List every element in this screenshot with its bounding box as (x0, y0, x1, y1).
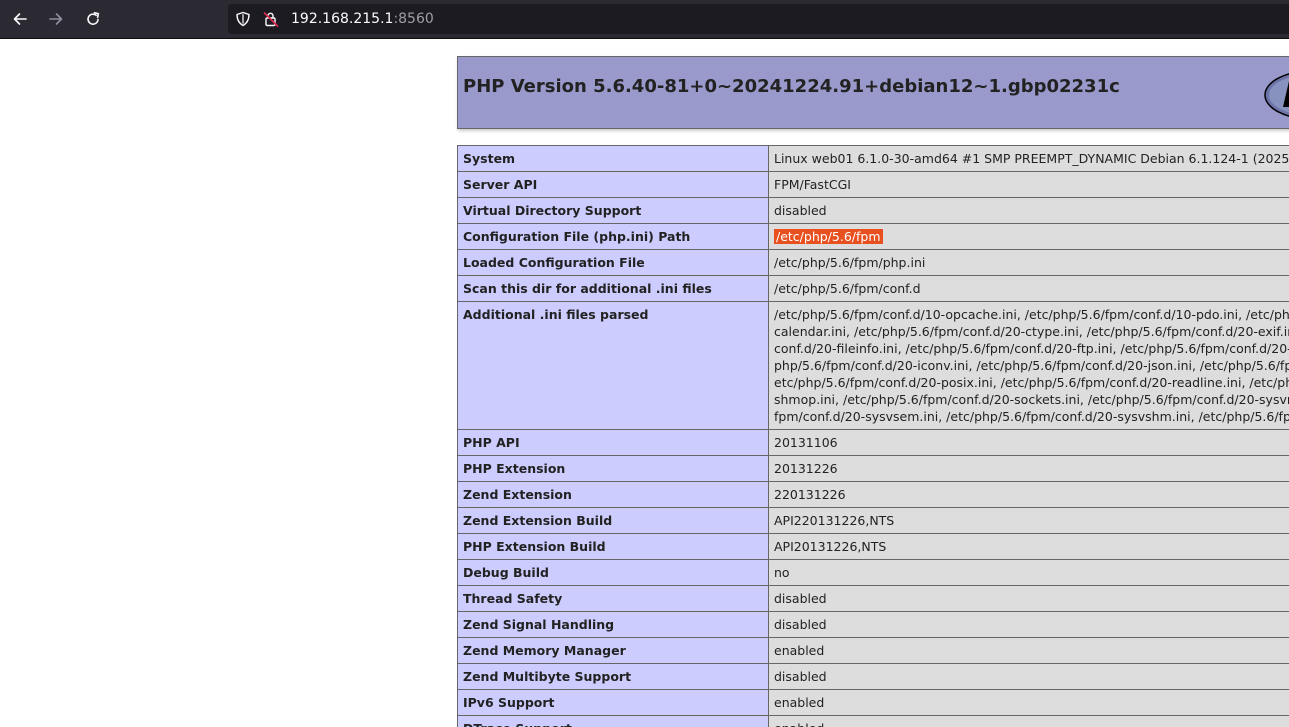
row-label: Configuration File (php.ini) Path (457, 223, 769, 250)
page-content: PHP Version 5.6.40-81+0~20241224.91+debi… (0, 39, 1289, 727)
row-value: 20131226 (768, 455, 1289, 482)
page-title: PHP Version 5.6.40-81+0~20241224.91+debi… (463, 76, 1120, 97)
row-value: disabled (768, 663, 1289, 690)
row-value: disabled (768, 585, 1289, 612)
row-label: Server API (457, 171, 769, 198)
row-value: API220131226,NTS (768, 507, 1289, 534)
row-value: disabled (768, 611, 1289, 638)
table-row: Configuration File (php.ini) Path/etc/ph… (457, 223, 1289, 250)
row-label: Virtual Directory Support (457, 197, 769, 224)
table-row: Scan this dir for additional .ini files /… (457, 275, 1289, 302)
row-label: IPv6 Support (457, 689, 769, 716)
row-label: Additional .ini files parsed (457, 301, 769, 430)
row-value: enabled (768, 637, 1289, 664)
row-value: Linux web01 6.1.0-30-amd64 #1 SMP PREEMP… (768, 145, 1289, 172)
row-label: PHP Extension (457, 455, 769, 482)
table-row: Additional .ini files parsed/etc/php/5.6… (457, 301, 1289, 430)
row-value: /etc/php/5.6/fpm/conf.d/10-opcache.ini, … (768, 301, 1289, 430)
row-value-line: etc/php/5.6/fpm/conf.d/20-posix.ini, /et… (774, 375, 1289, 390)
row-value: 220131226 (768, 481, 1289, 508)
forward-button[interactable] (42, 5, 70, 33)
insecure-lock-icon[interactable] (263, 11, 279, 27)
row-value-line: calendar.ini, /etc/php/5.6/fpm/conf.d/20… (774, 324, 1289, 339)
table-row: PHP Extension 20131226 (457, 455, 1289, 482)
row-label: Loaded Configuration File (457, 249, 769, 276)
table-row: IPv6 Support enabled (457, 689, 1289, 716)
url-text[interactable]: 192.168.215.1:8560 (291, 10, 434, 28)
table-row: Zend Extension 220131226 (457, 481, 1289, 508)
row-value: /etc/php/5.6/fpm/conf.d (768, 275, 1289, 302)
row-value: 20131106 (768, 429, 1289, 456)
row-value: API20131226,NTS (768, 533, 1289, 560)
row-value: /etc/php/5.6/fpm (768, 223, 1289, 250)
table-row: Zend Multibyte Support disabled (457, 663, 1289, 690)
table-row: DTrace Supportenabled (457, 715, 1289, 727)
table-row: Loaded Configuration File/etc/php/5.6/fp… (457, 249, 1289, 276)
row-label: PHP Extension Build (457, 533, 769, 560)
row-value: no (768, 559, 1289, 586)
table-row: PHP Extension Build API20131226,NTS (457, 533, 1289, 560)
table-row: Zend Signal Handling disabled (457, 611, 1289, 638)
shield-icon[interactable] (235, 11, 251, 27)
arrow-left-icon (13, 13, 27, 25)
table-row: PHP API 20131106 (457, 429, 1289, 456)
row-value-line: fpm/conf.d/20-sysvsem.ini, /etc/php/5.6/… (774, 409, 1289, 424)
table-row: Server API FPM/FastCGI (457, 171, 1289, 198)
row-label: Debug Build (457, 559, 769, 586)
row-value: FPM/FastCGI (768, 171, 1289, 198)
table-row: System Linux web01 6.1.0-30-amd64 #1 SMP … (457, 145, 1289, 172)
row-label: Zend Memory Manager (457, 637, 769, 664)
php-logo-icon (1264, 73, 1289, 117)
browser-toolbar: 192.168.215.1:8560 (0, 0, 1289, 39)
row-value-line: php/5.6/fpm/conf.d/20-iconv.ini, /etc/ph… (774, 358, 1289, 373)
table-row: Zend Memory Manager enabled (457, 637, 1289, 664)
row-value-line: conf.d/20-fileinfo.ini, /etc/php/5.6/fpm… (774, 341, 1289, 356)
table-row: Thread Safety disabled (457, 585, 1289, 612)
url-bar[interactable]: 192.168.215.1:8560 (228, 4, 1289, 34)
row-label: Zend Signal Handling (457, 611, 769, 638)
url-port: :8560 (393, 11, 434, 27)
row-label: PHP API (457, 429, 769, 456)
arrow-right-icon (49, 13, 63, 25)
row-label: Zend Multibyte Support (457, 663, 769, 690)
reload-button[interactable] (79, 5, 107, 33)
phpinfo-header: PHP Version 5.6.40-81+0~20241224.91+debi… (457, 56, 1289, 129)
row-label: System (457, 145, 769, 172)
row-value: enabled (768, 689, 1289, 716)
table-row: Zend Extension Build API220131226,NTS (457, 507, 1289, 534)
url-host: 192.168.215.1 (291, 11, 394, 27)
selected-text[interactable]: /etc/php/5.6/fpm (774, 229, 883, 244)
table-row: Debug Build no (457, 559, 1289, 586)
row-value-line: shmop.ini, /etc/php/5.6/fpm/conf.d/20-so… (774, 392, 1289, 407)
row-value: disabled (768, 197, 1289, 224)
row-label: Zend Extension Build (457, 507, 769, 534)
row-label: Zend Extension (457, 481, 769, 508)
row-value-line: /etc/php/5.6/fpm/conf.d/10-opcache.ini, … (774, 307, 1289, 322)
row-label: DTrace Support (457, 715, 769, 727)
reload-icon (87, 12, 100, 25)
row-value: /etc/php/5.6/fpm/php.ini (768, 249, 1289, 276)
table-row: Virtual Directory Support disabled (457, 197, 1289, 224)
back-button[interactable] (6, 5, 34, 33)
row-label: Scan this dir for additional .ini files (457, 275, 769, 302)
row-value: enabled (768, 715, 1289, 727)
row-label: Thread Safety (457, 585, 769, 612)
info-table: System Linux web01 6.1.0-30-amd64 #1 SMP … (457, 145, 1289, 727)
